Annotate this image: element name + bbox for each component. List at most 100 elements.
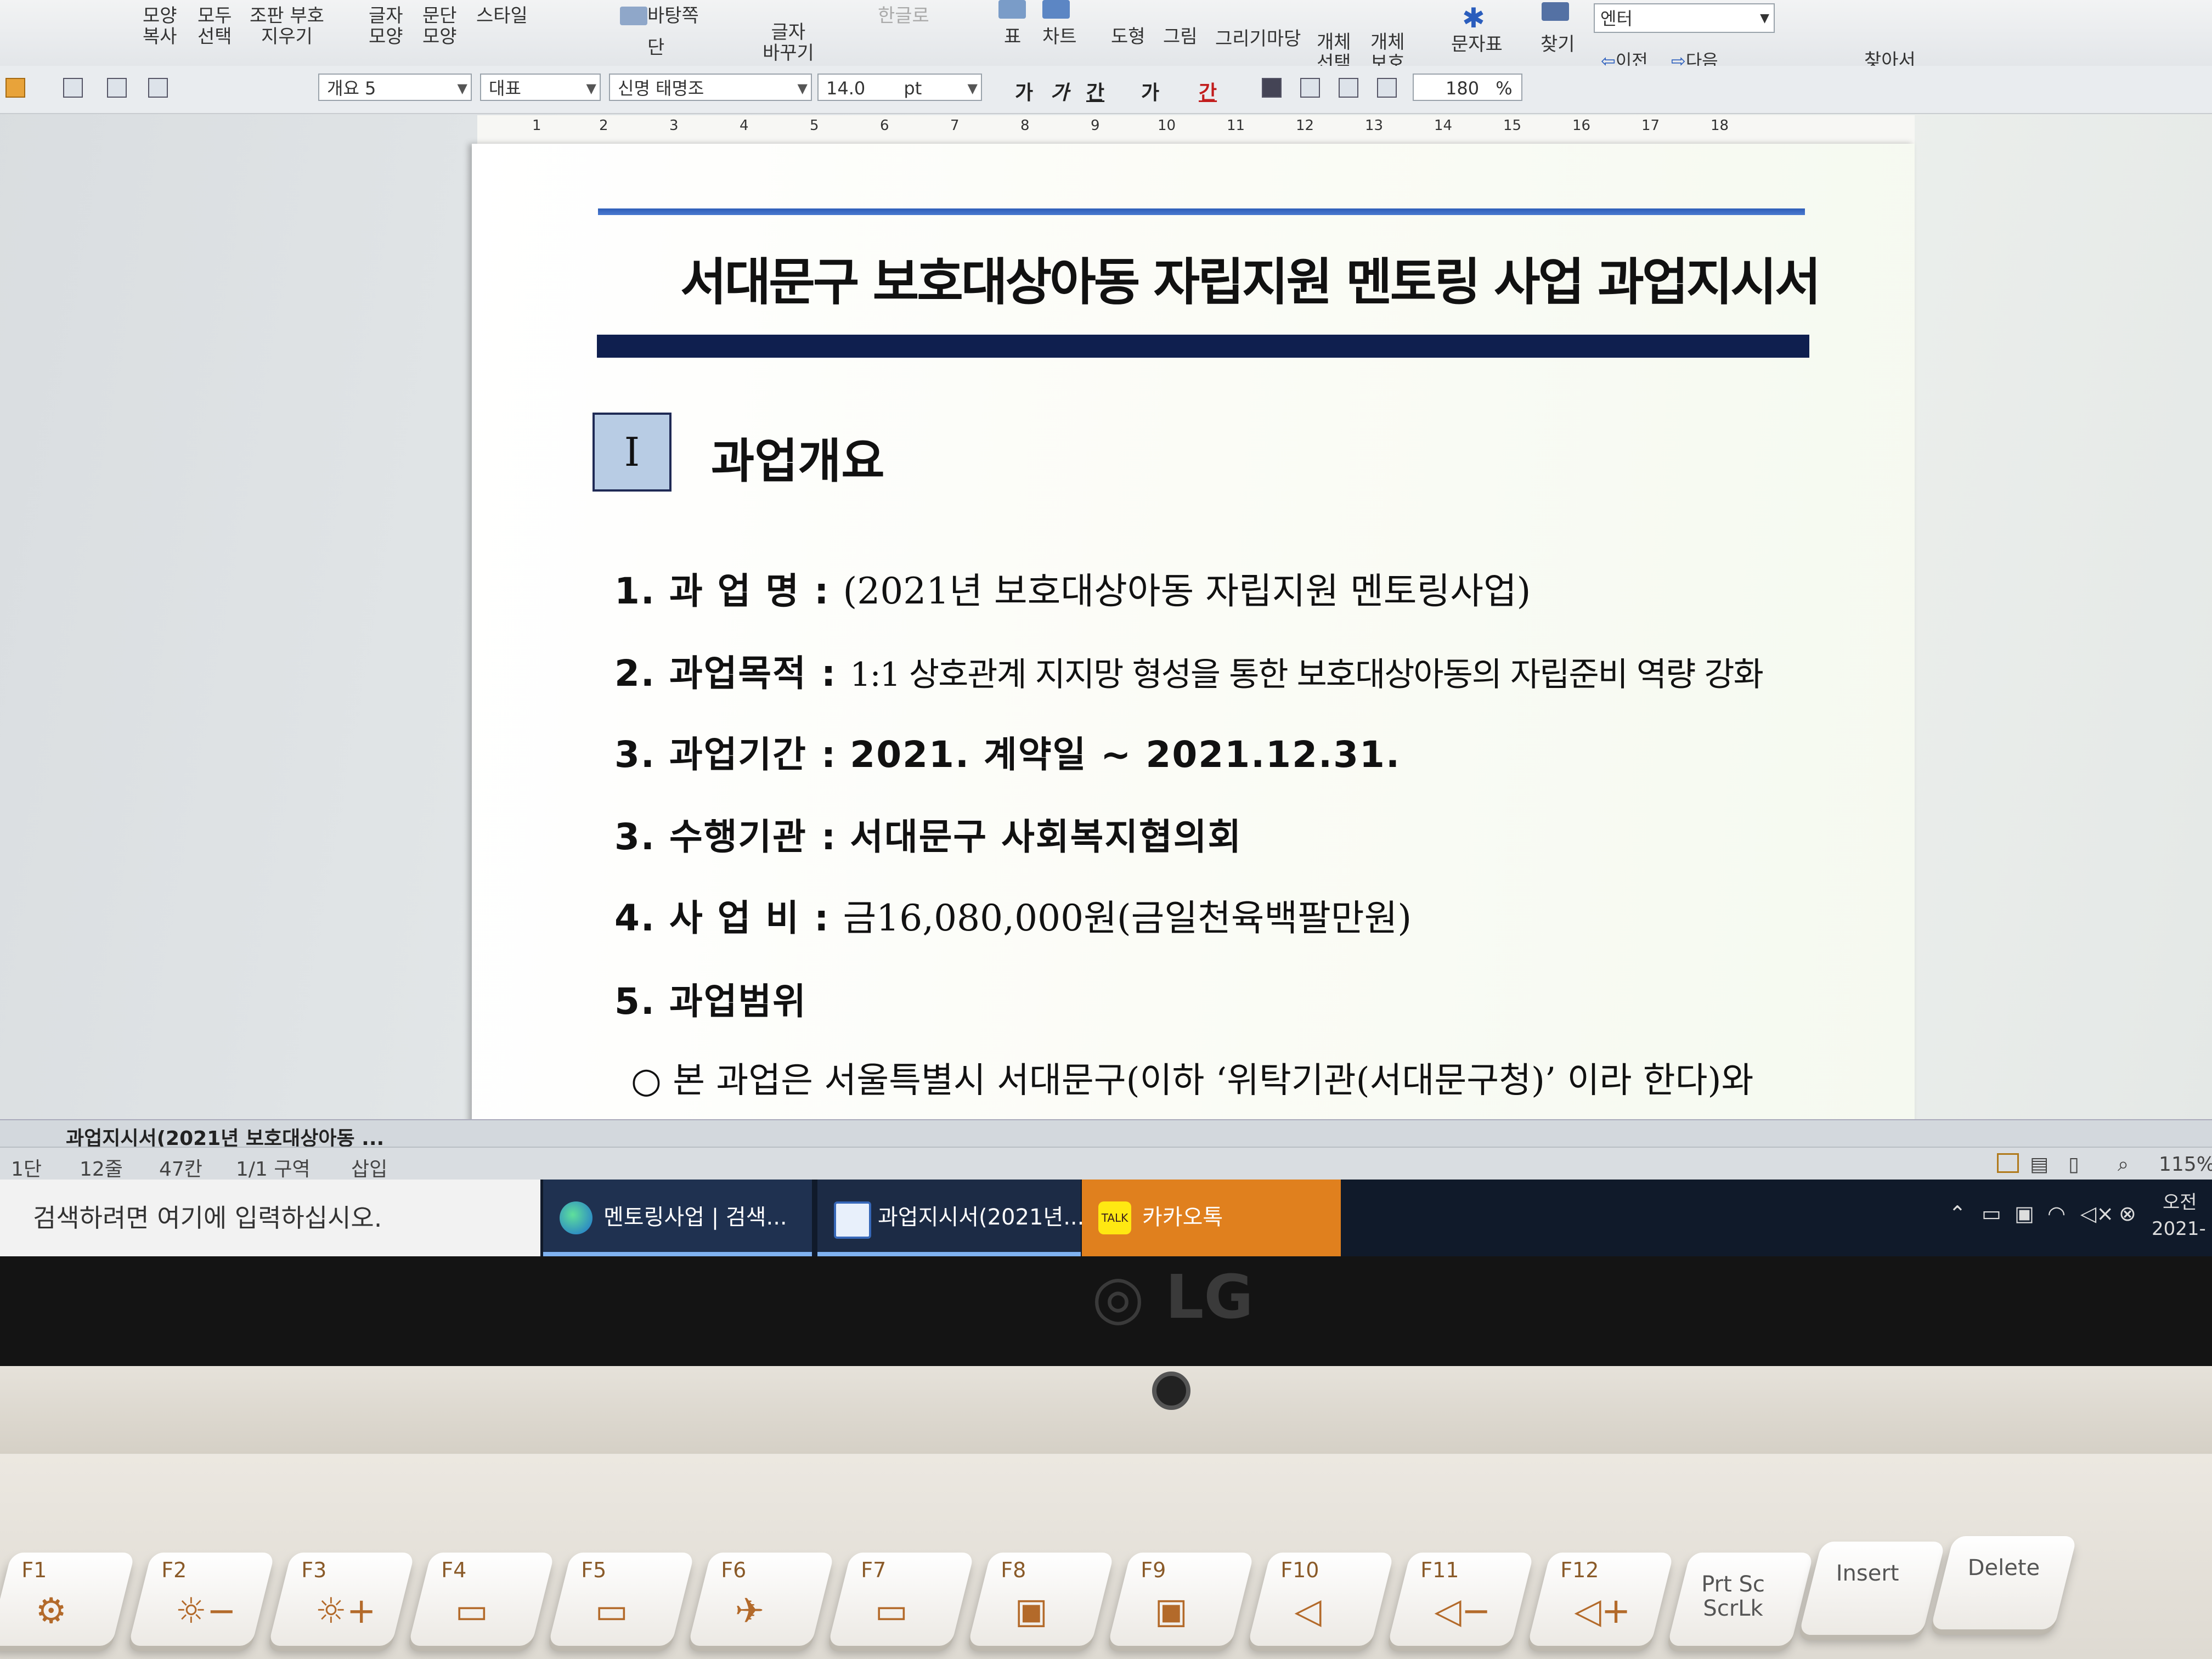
key-f3[interactable]: F3 ☼+	[268, 1553, 415, 1646]
overview-row-agency: 3. 수행기관: 서대문구 사회복지협의회	[614, 816, 1243, 858]
section-number-box: I	[592, 413, 672, 492]
wifi-icon[interactable]: ◠	[2047, 1201, 2066, 1226]
system-tray: ⌃ ▭ ▣ ◠ ◁× ⊗ 오전 2021-	[1943, 1180, 2207, 1256]
ruler-mark: 12	[1296, 117, 1314, 134]
horizontal-ruler[interactable]: 1 2 3 4 5 6 7 8 9 10 11 12 13 14 15 16 1…	[477, 115, 1915, 147]
align-right-icon[interactable]	[1377, 78, 1397, 98]
select-all-button[interactable]: 모두 선택	[198, 5, 232, 47]
page-view-icon[interactable]	[1997, 1153, 2019, 1173]
display-icon: ▭	[455, 1591, 488, 1632]
language-value: 대표	[489, 78, 521, 99]
format-toolbar: 개요 5 ▼ 대표 ▼ 신명 태명조 ▼ 14.0 pt ▼ 가 가 간 가 간 18…	[0, 66, 2212, 114]
chevron-down-icon: ▼	[457, 81, 467, 96]
key-f8[interactable]: F8 ▣	[967, 1553, 1115, 1646]
document-title: 서대문구 보호대상아동 자립지원 멘토링 사업 과업지시서	[680, 253, 1821, 312]
status-char: 47칸	[159, 1158, 202, 1181]
underline-button[interactable]: 간	[1086, 77, 1104, 105]
webcam-icon	[1152, 1372, 1190, 1410]
taskbar-app-hwp[interactable]: 과업지시서(2021년...	[817, 1180, 1084, 1256]
chart-button[interactable]: 차트	[1042, 26, 1077, 47]
ruler-mark: 3	[669, 117, 679, 134]
close-circle-icon[interactable]: ⊗	[2119, 1201, 2136, 1226]
italic-button[interactable]: 가	[1051, 77, 1069, 105]
key-f6[interactable]: F6 ✈	[687, 1553, 835, 1646]
font-size-input[interactable]: 14.0 pt ▼	[817, 74, 982, 101]
zoom-level[interactable]: 115%	[2159, 1153, 2212, 1176]
symbol-button[interactable]: 문자표	[1451, 34, 1503, 55]
style-select[interactable]: 개요 5 ▼	[318, 74, 472, 101]
preview-icon[interactable]	[148, 78, 168, 98]
status-section: 1/1 구역	[236, 1158, 311, 1181]
print-icon[interactable]	[107, 78, 127, 98]
ruler-mark: 6	[880, 117, 889, 134]
format-copy-button[interactable]: 모양 복사	[143, 5, 177, 47]
taskbar-app-edge[interactable]: 멘토링사업 | 검색...	[543, 1180, 812, 1256]
picture-button[interactable]: 그림	[1163, 26, 1198, 47]
table-button[interactable]: 표	[1004, 26, 1021, 47]
key-f1-icon: ⚙	[35, 1591, 67, 1632]
align-center-icon[interactable]	[1339, 78, 1358, 98]
strikethrough-button[interactable]: 가	[1141, 77, 1159, 105]
font-select[interactable]: 신명 태명조 ▼	[609, 74, 812, 101]
taskbar-search-input[interactable]: 검색하려면 여기에 입력하십시오.	[0, 1180, 540, 1256]
replace-char-button[interactable]: 글자 바꾸기	[763, 22, 814, 64]
title-bottom-rule	[597, 335, 1809, 358]
para-shape-button[interactable]: 문단 모양	[422, 5, 457, 47]
camera-icon[interactable]: ▣	[2015, 1201, 2034, 1226]
taskbar-app-kakaotalk[interactable]: TALK 카카오톡	[1082, 1180, 1341, 1256]
ruler-mark: 2	[599, 117, 608, 134]
style-button[interactable]: 스타일	[476, 5, 528, 26]
find-input[interactable]: 엔터 ▼	[1594, 3, 1775, 33]
key-f1[interactable]: F1 ⚙	[0, 1553, 136, 1646]
key-f2[interactable]: F2 ☼−	[128, 1553, 275, 1646]
volume-muted-icon[interactable]: ◁×	[2080, 1201, 2114, 1226]
status-column: 1단	[11, 1158, 42, 1181]
new-doc-icon[interactable]	[5, 78, 25, 98]
ruler-mark: 13	[1365, 117, 1384, 134]
save-icon[interactable]	[63, 78, 83, 98]
master-page-icon	[620, 7, 647, 25]
draft-view-icon[interactable]: ▤	[2030, 1153, 2049, 1176]
chevron-down-icon: ▼	[797, 81, 808, 96]
volume-up-icon: ◁+	[1574, 1591, 1631, 1632]
style-value: 개요 5	[327, 78, 376, 99]
char-shape-button[interactable]: 글자 모양	[369, 5, 403, 47]
drawing-gallery-button[interactable]: 그리기마당	[1215, 29, 1301, 49]
key-f12[interactable]: F12 ◁+	[1527, 1553, 1674, 1646]
bold-button[interactable]: 가	[1015, 77, 1033, 105]
columns-button[interactable]: 단	[647, 37, 664, 58]
key-delete[interactable]: Delete	[1930, 1536, 2078, 1629]
key-prtsc[interactable]: Prt Sc ScrLk	[1667, 1553, 1814, 1646]
master-page-button[interactable]: 바탕쪽	[647, 5, 699, 26]
ruler-mark: 15	[1503, 117, 1522, 134]
key-f11[interactable]: F11 ◁−	[1387, 1553, 1534, 1646]
status-mode[interactable]: 삽입	[351, 1153, 387, 1182]
line-spacing-input[interactable]: 180 %	[1413, 74, 1522, 101]
lg-logo: ◎ LG	[1092, 1262, 1254, 1332]
shape-button[interactable]: 도형	[1111, 26, 1146, 47]
clear-codes-button[interactable]: 조판 부호 지우기	[250, 5, 324, 47]
key-f7[interactable]: F7 ▭	[827, 1553, 975, 1646]
chevron-down-icon[interactable]: ▼	[1760, 4, 1769, 33]
brightness-up-icon: ☼+	[315, 1591, 376, 1632]
chevron-up-icon[interactable]: ⌃	[1949, 1201, 1966, 1226]
volume-down-icon: ◁−	[1434, 1591, 1491, 1632]
key-f4[interactable]: F4 ▭	[408, 1553, 555, 1646]
align-left-icon[interactable]	[1300, 78, 1320, 98]
camera-toggle-icon: ▣	[1154, 1591, 1188, 1632]
ruler-mark: 4	[740, 117, 749, 134]
key-insert[interactable]: Insert	[1798, 1542, 1946, 1635]
align-justify-icon[interactable]	[1262, 78, 1282, 98]
key-f10[interactable]: F10 ◁	[1247, 1553, 1395, 1646]
key-f9[interactable]: F9 ▣	[1107, 1553, 1255, 1646]
language-select[interactable]: 대표 ▼	[480, 74, 601, 101]
mute-icon: ◁	[1294, 1591, 1322, 1632]
hangul-convert-button[interactable]: 한글로	[878, 5, 929, 26]
battery-icon[interactable]: ▭	[1982, 1201, 2001, 1226]
web-view-icon[interactable]: ▯	[2068, 1153, 2079, 1176]
key-f5[interactable]: F5 ▭	[548, 1553, 695, 1646]
text-color-button[interactable]: 간	[1199, 77, 1217, 105]
laptop-hinge	[0, 1366, 2212, 1454]
zoom-icon[interactable]: ⌕	[2118, 1153, 2129, 1176]
find-button[interactable]: 찾기	[1541, 34, 1575, 55]
